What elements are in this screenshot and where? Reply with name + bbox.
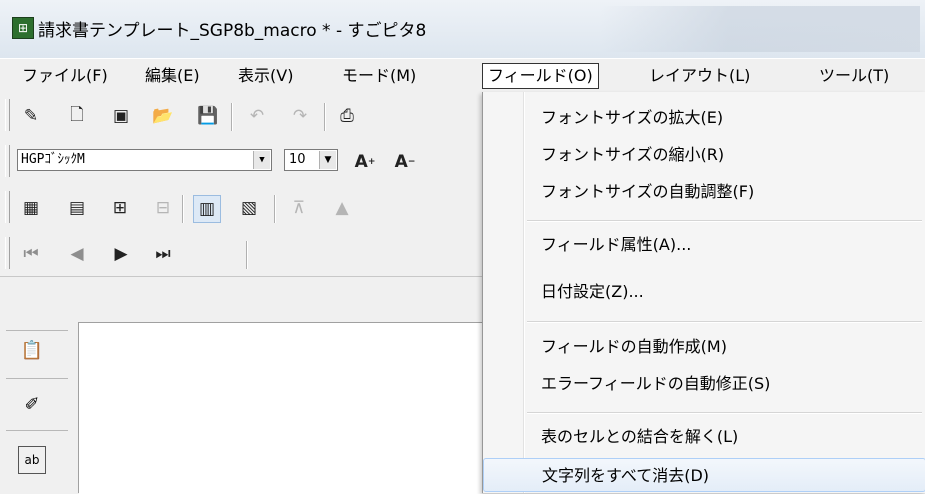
panel-separator [6,330,68,331]
menu-item-auto-fix-errors[interactable]: エラーフィールドの自動修正(S) [483,367,925,401]
menu-item-font-size-increase[interactable]: フォントサイズの拡大(E) [483,101,925,135]
prev-page-icon[interactable]: ◀ [64,241,90,267]
field-layout-icon[interactable]: ▧ [236,195,262,221]
new-document-icon[interactable]: 🗋 [64,103,90,129]
menu-item-label: フィールド属性(A)... [541,235,692,254]
document-canvas[interactable] [79,322,482,494]
menu-edit[interactable]: 編集(E) [140,63,205,89]
next-page-icon[interactable]: ▶ [108,241,134,267]
menu-item-font-size-auto[interactable]: フォントサイズの自動調整(F) [483,175,925,209]
field-menu-dropdown: フォントサイズの拡大(E) フォントサイズの縮小(R) フォントサイズの自動調整… [482,92,925,493]
font-size-select[interactable]: 10 ▼ [284,149,338,171]
menu-tools[interactable]: ツール(T) [814,63,894,89]
window-title: 請求書テンプレート_SGP8b_macro * - すごピタ8 [38,21,427,41]
open-folder-icon[interactable]: 📂 [150,103,176,129]
field-view-icon[interactable]: ▥ [193,195,221,223]
menu-item-label: 文字列をすべて消去(D) [542,466,710,485]
field-toolbar: ▦ ▤ ⊞ ⊟ ▥ ▧ ⊼ ▲ [0,185,482,232]
field-grid-icon[interactable]: ▦ [18,195,44,221]
menu-field[interactable]: フィールド(O) [482,63,599,89]
toolbar-separator [246,241,248,269]
menu-item-clear-all-text[interactable]: 文字列をすべて消去(D) [483,458,925,492]
menu-mode[interactable]: モード(M) [337,63,421,89]
pen-icon[interactable]: ✎ [18,103,44,129]
menu-item-field-properties[interactable]: フィールド属性(A)... [483,228,925,262]
toolbar-grip[interactable] [5,237,10,269]
left-tool-panel: 📋 ✐ ab [0,322,79,493]
save-icon[interactable]: 💾 [195,103,221,129]
menu-layout[interactable]: レイアウト(L) [644,63,755,89]
menu-item-date-settings[interactable]: 日付設定(Z)... [483,275,925,309]
menu-item-label: 日付設定(Z)... [541,282,644,301]
shrink-font-icon[interactable]: A − [392,149,418,175]
last-page-icon[interactable]: ⏭ [150,241,176,267]
text-field-icon[interactable]: ab [18,446,46,474]
clipboard-icon[interactable]: 📋 [18,336,46,364]
grow-font-label: A [354,152,368,172]
panel-separator [6,430,68,431]
font-family-select[interactable]: HGPｺﾞｼｯｸM ▼ [17,149,272,171]
font-size-value: 10 [289,152,306,167]
grow-font-icon[interactable]: A + [352,149,378,175]
print-icon[interactable]: ⎙ [334,103,360,129]
first-page-icon[interactable]: ⏮ [18,241,44,267]
chevron-down-icon[interactable]: ▼ [253,151,270,169]
menu-separator [527,321,922,323]
toolbar-separator [274,195,276,223]
toolbar-grip[interactable] [5,191,10,223]
menu-item-label: フィールドの自動作成(M) [541,337,727,356]
panel-separator [6,378,68,379]
toolbar-grip[interactable] [5,145,10,177]
toolbar-separator [324,103,326,131]
font-toolbar: HGPｺﾞｼｯｸM ▼ 10 ▼ A + A − [0,139,482,186]
menu-item-auto-create-fields[interactable]: フィールドの自動作成(M) [483,330,925,364]
menu-item-label: フォントサイズの自動調整(F) [541,182,755,201]
menu-item-label: エラーフィールドの自動修正(S) [541,374,771,393]
app-icon[interactable]: ⊞ [12,17,34,39]
menu-separator [527,412,922,414]
edit-field-icon[interactable]: ✐ [18,390,46,418]
title-bar-controls-area [600,6,920,52]
move-up-icon[interactable]: ▲ [329,195,355,221]
standard-toolbar: ✎ 🗋 ▣ 📂 💾 ↶ ↷ ⎙ [0,93,482,140]
redo-icon[interactable]: ↷ [287,103,313,129]
menu-view[interactable]: 表示(V) [233,63,298,89]
menu-file[interactable]: ファイル(F) [17,63,113,89]
font-family-value: HGPｺﾞｼｯｸM [21,152,85,167]
navigation-toolbar: ⏮ ◀ ▶ ⏭ [0,231,482,277]
toolbar-grip[interactable] [5,99,10,131]
menu-item-label: 表のセルとの結合を解く(L) [541,427,739,446]
menu-item-label: フォントサイズの縮小(R) [541,145,725,164]
field-copy-icon[interactable]: ⊟ [150,195,176,221]
field-insert-icon[interactable]: ⊞ [107,195,133,221]
menu-item-label: フォントサイズの拡大(E) [541,108,724,127]
align-top-icon[interactable]: ⊼ [286,195,312,221]
menu-item-font-size-decrease[interactable]: フォントサイズの縮小(R) [483,138,925,172]
toolbar-separator [231,103,233,131]
shrink-font-label: A [394,152,408,172]
title-bar: ⊞ 請求書テンプレート_SGP8b_macro * - すごピタ8 [0,0,925,58]
field-table-icon[interactable]: ▤ [64,195,90,221]
menu-item-unmerge-table-cell[interactable]: 表のセルとの結合を解く(L) [483,420,925,454]
undo-icon[interactable]: ↶ [244,103,270,129]
menu-separator [527,220,922,222]
toolbar-separator [182,195,184,223]
pdf-icon[interactable]: ▣ [108,103,134,129]
chevron-down-icon[interactable]: ▼ [319,151,336,169]
menu-bar: ファイル(F) 編集(E) 表示(V) モード(M) フィールド(O) レイアウ… [0,58,925,95]
